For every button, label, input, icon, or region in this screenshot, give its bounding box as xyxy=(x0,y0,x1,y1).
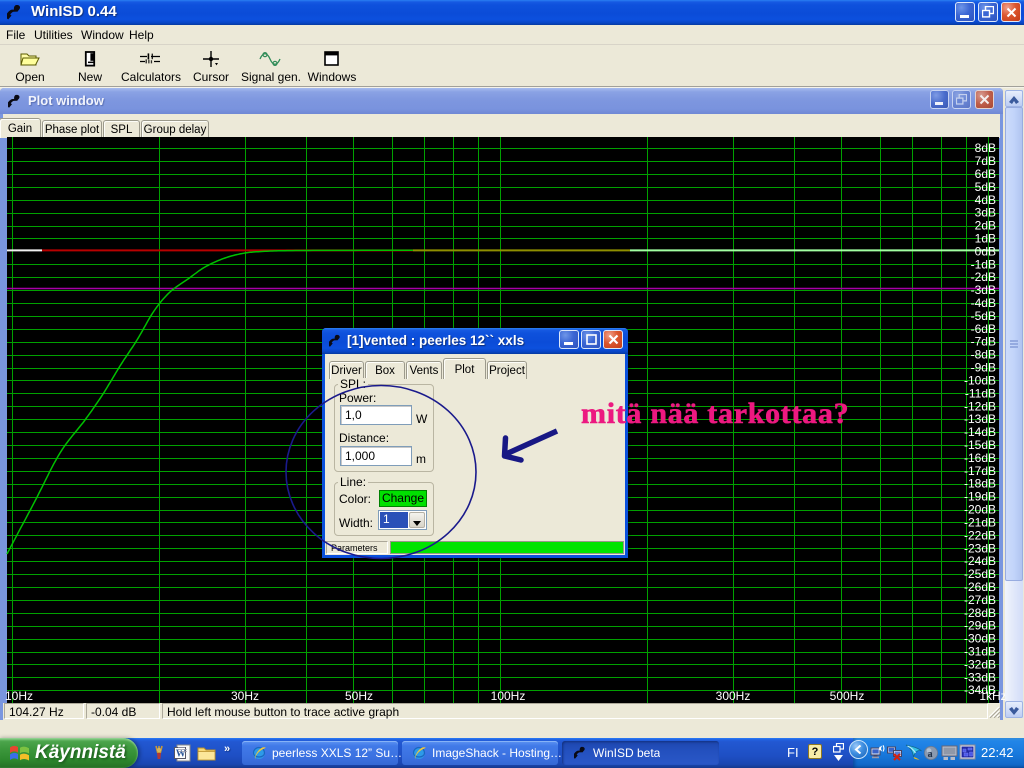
svg-text:-32dB: -32dB xyxy=(964,657,996,671)
svg-text:-12dB: -12dB xyxy=(964,399,996,413)
svg-text:W: W xyxy=(176,749,186,760)
svg-text:7dB: 7dB xyxy=(975,154,996,168)
svg-text:0dB: 0dB xyxy=(975,244,996,258)
svg-text:5dB: 5dB xyxy=(975,180,996,194)
svg-text:1kHz: 1kHz xyxy=(979,689,1006,703)
svg-text:-18dB: -18dB xyxy=(964,477,996,491)
svg-text:30Hz: 30Hz xyxy=(231,689,259,703)
svg-text:-6dB: -6dB xyxy=(971,322,996,336)
svg-text:-27dB: -27dB xyxy=(964,593,996,607)
svg-text:-24dB: -24dB xyxy=(964,554,996,568)
svg-text:-19dB: -19dB xyxy=(964,490,996,504)
svg-text:6dB: 6dB xyxy=(975,167,996,181)
svg-text:-30dB: -30dB xyxy=(964,632,996,646)
svg-text:-13dB: -13dB xyxy=(964,412,996,426)
svg-text:500Hz: 500Hz xyxy=(830,689,865,703)
svg-text:-5dB: -5dB xyxy=(971,309,996,323)
svg-text:-22dB: -22dB xyxy=(964,528,996,542)
svg-text:-15dB: -15dB xyxy=(964,438,996,452)
svg-text:-7dB: -7dB xyxy=(971,335,996,349)
svg-text:300Hz: 300Hz xyxy=(716,689,751,703)
svg-text:-28dB: -28dB xyxy=(964,606,996,620)
svg-text:50Hz: 50Hz xyxy=(345,689,373,703)
svg-text:-20dB: -20dB xyxy=(964,503,996,517)
svg-text:4dB: 4dB xyxy=(975,193,996,207)
svg-text:-11dB: -11dB xyxy=(965,386,996,400)
svg-text:-4dB: -4dB xyxy=(971,296,996,310)
svg-text:-31dB: -31dB xyxy=(964,645,996,659)
svg-text:3dB: 3dB xyxy=(975,206,996,220)
svg-text:-9dB: -9dB xyxy=(971,361,996,375)
svg-text:-26dB: -26dB xyxy=(964,580,996,594)
svg-text:-10dB: -10dB xyxy=(964,374,996,388)
svg-text:100Hz: 100Hz xyxy=(491,689,526,703)
svg-text:10Hz: 10Hz xyxy=(5,689,33,703)
svg-text:-8dB: -8dB xyxy=(971,348,996,362)
svg-text:-29dB: -29dB xyxy=(964,619,996,633)
svg-text:8dB: 8dB xyxy=(975,141,996,155)
svg-text:-25dB: -25dB xyxy=(964,567,996,581)
svg-text:-1dB: -1dB xyxy=(971,257,996,271)
svg-text:-23dB: -23dB xyxy=(964,541,996,555)
svg-text:-33dB: -33dB xyxy=(964,670,996,684)
svg-text:a: a xyxy=(928,749,933,760)
svg-text:-2dB: -2dB xyxy=(971,270,996,284)
svg-text:-14dB: -14dB xyxy=(964,425,996,439)
svg-text:-3dB: -3dB xyxy=(971,283,996,297)
svg-text:-16dB: -16dB xyxy=(964,451,996,465)
svg-text:2dB: 2dB xyxy=(975,219,996,233)
svg-text:-21dB: -21dB xyxy=(964,515,996,529)
svg-text:1dB: 1dB xyxy=(975,232,996,246)
svg-text:-17dB: -17dB xyxy=(964,464,996,478)
